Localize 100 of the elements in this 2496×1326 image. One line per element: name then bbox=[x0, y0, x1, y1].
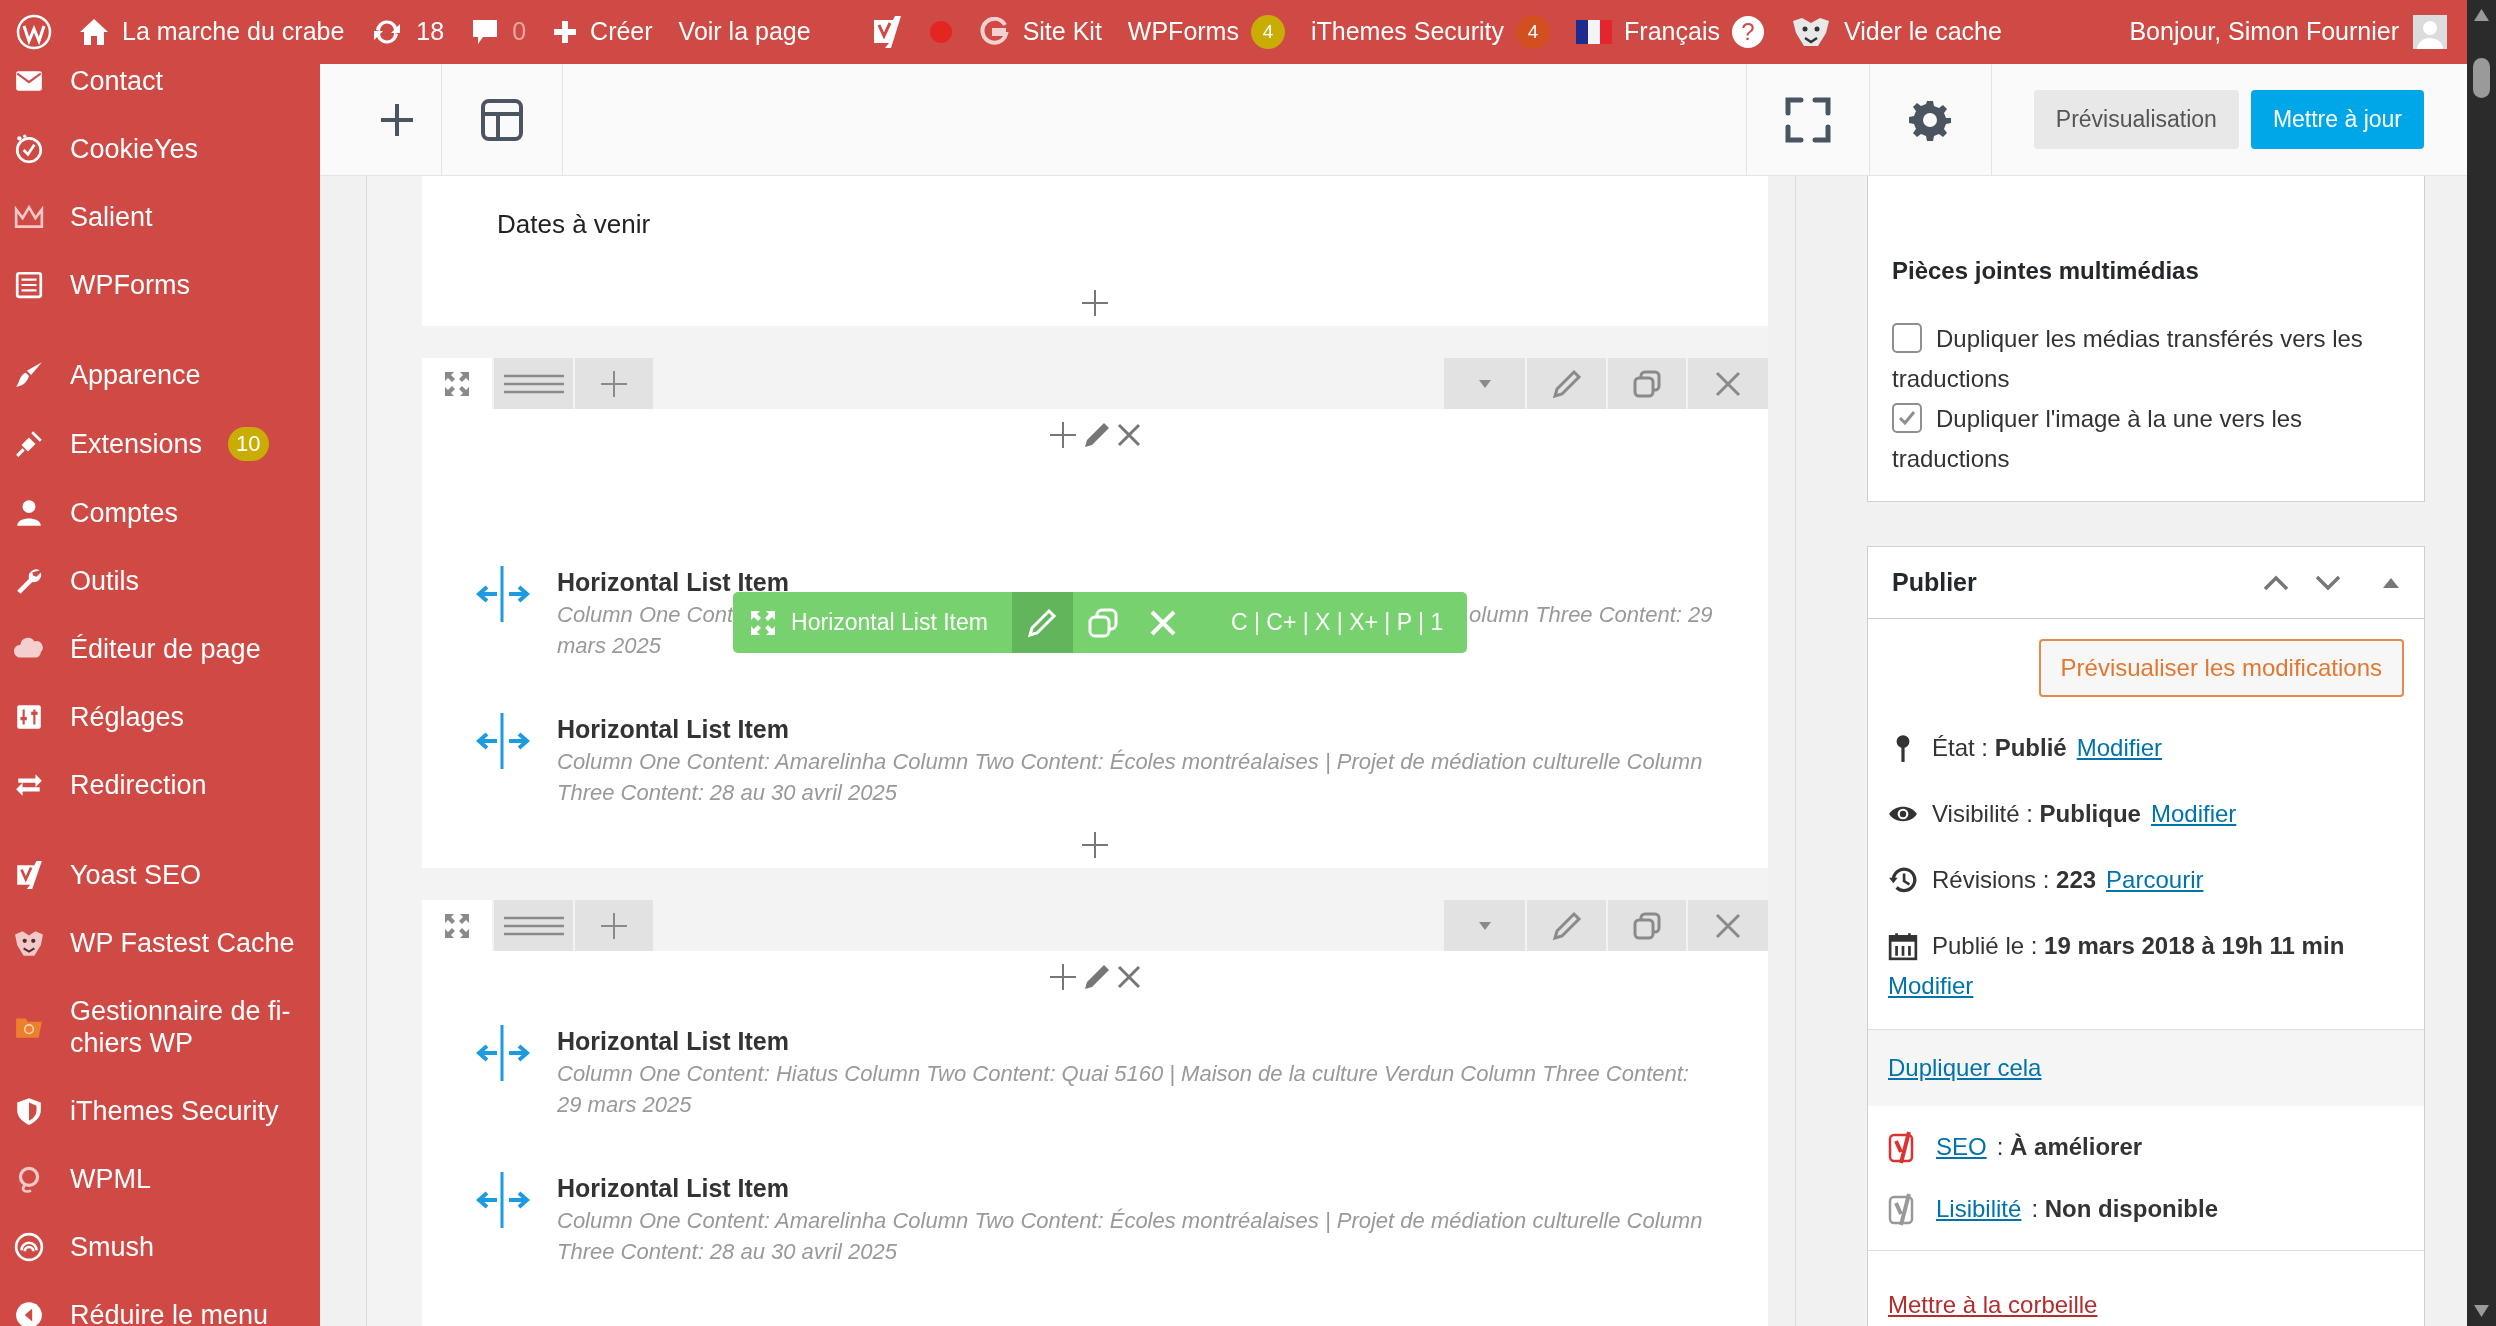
delete-row-button[interactable] bbox=[1688, 900, 1768, 951]
updates-link[interactable]: 18 bbox=[370, 13, 445, 51]
duplicate-row-button[interactable] bbox=[1608, 900, 1686, 951]
pencil-icon[interactable] bbox=[1082, 962, 1112, 992]
language-switcher[interactable]: Français ? bbox=[1576, 13, 1764, 51]
plus-icon[interactable] bbox=[1048, 420, 1078, 450]
drag-handle[interactable] bbox=[494, 358, 573, 409]
edit-link[interactable]: Modifier bbox=[1888, 966, 1974, 1006]
add-column-button[interactable] bbox=[575, 358, 653, 409]
checkbox-option[interactable]: Dupliquer l'image à la une vers les traductions bbox=[1892, 399, 2400, 479]
status-dot-icon[interactable] bbox=[928, 20, 953, 44]
chevron-down-icon[interactable] bbox=[2314, 573, 2342, 592]
caret-down-icon bbox=[1476, 920, 1493, 931]
checkbox[interactable] bbox=[1892, 323, 1922, 353]
close-icon[interactable] bbox=[1116, 964, 1142, 990]
wordpress-logo-icon[interactable] bbox=[16, 14, 52, 50]
add-row-icon[interactable] bbox=[1080, 288, 1110, 318]
trash-link[interactable]: Mettre à la corbeille bbox=[1888, 1287, 2098, 1323]
account-menu[interactable]: Bonjour, Simon Fournier bbox=[2129, 13, 2447, 51]
expand-arrows-icon bbox=[443, 369, 471, 398]
scroll-thumb[interactable] bbox=[2473, 58, 2490, 98]
view-page-link[interactable]: Voir la page bbox=[678, 13, 811, 51]
scrollbar[interactable] bbox=[2467, 0, 2496, 1326]
close-icon bbox=[1714, 911, 1742, 940]
site-kit-link[interactable]: Site Kit bbox=[978, 13, 1102, 51]
triangle-up-icon[interactable] bbox=[2382, 576, 2400, 589]
shield-icon bbox=[14, 1096, 44, 1126]
edit-row-button[interactable] bbox=[1527, 900, 1606, 951]
sidebar-menu-item[interactable]: Réduire le menu bbox=[0, 1281, 320, 1326]
score-text: : À améliorer bbox=[1996, 1132, 2143, 1162]
sidebar-menu-item[interactable]: WPML bbox=[0, 1145, 320, 1213]
sidebar-menu-item[interactable]: Yoast SEO bbox=[0, 841, 320, 909]
calendar-icon bbox=[1888, 931, 1918, 961]
add-column-button[interactable] bbox=[575, 900, 653, 951]
duplicate-row-button[interactable] bbox=[1608, 358, 1686, 409]
close-icon bbox=[1714, 369, 1742, 398]
sidebar-menu-item[interactable]: Salient bbox=[0, 183, 320, 251]
form-icon bbox=[14, 270, 44, 300]
dates-heading: Dates à venir bbox=[497, 208, 651, 241]
score-link[interactable]: SEO bbox=[1936, 1129, 1987, 1165]
sidebar-menu-item[interactable]: Extensions 10 bbox=[0, 409, 320, 479]
drag-handle[interactable] bbox=[494, 900, 573, 951]
score-link[interactable]: Lisibilité bbox=[1936, 1191, 2022, 1227]
sidebar-menu-item[interactable]: Réglages bbox=[0, 683, 320, 751]
meta-text: Publié le : 19 mars 2018 à 19h 11 min bbox=[1932, 931, 2345, 961]
handle-lines-icon bbox=[503, 915, 564, 936]
item-description: olumn Three Content: 29 bbox=[1469, 601, 1713, 629]
chevron-up-icon[interactable] bbox=[2262, 573, 2290, 592]
sidebar-menu-item[interactable]: Redirection bbox=[0, 751, 320, 819]
sidebar-menu-item[interactable]: Outils bbox=[0, 547, 320, 615]
expand-button[interactable] bbox=[422, 358, 492, 409]
checkbox[interactable] bbox=[1892, 403, 1922, 433]
sidebar-menu-item[interactable]: WP Fastest Cache bbox=[0, 909, 320, 977]
sidebar-menu-item[interactable]: Éditeur de page bbox=[0, 615, 320, 683]
pencil-icon bbox=[1551, 368, 1582, 399]
plug-icon bbox=[14, 429, 44, 459]
edit-link[interactable]: Modifier bbox=[2150, 794, 2237, 834]
sidebar-menu-item[interactable]: Comptes bbox=[0, 479, 320, 547]
plugin-menu[interactable]: WPForms 4 bbox=[1127, 13, 1285, 51]
preview-button[interactable]: Prévisualisation bbox=[2033, 90, 2239, 149]
close-icon[interactable] bbox=[1116, 422, 1142, 448]
preview-changes-button[interactable]: Prévisualiser les modifications bbox=[2038, 639, 2404, 697]
person-icon bbox=[14, 498, 44, 528]
delete-row-button[interactable] bbox=[1688, 358, 1768, 409]
duplicate-link[interactable]: Dupliquer cela bbox=[1888, 1050, 2042, 1086]
sidebar-menu-item[interactable]: WPForms bbox=[0, 251, 320, 319]
expand-button[interactable] bbox=[422, 900, 492, 951]
caret-down-icon bbox=[1476, 378, 1493, 389]
item-description: Column One Cont bbox=[557, 601, 734, 629]
pencil-icon[interactable] bbox=[1082, 420, 1112, 450]
copy-icon bbox=[1086, 606, 1119, 639]
clear-cache-link[interactable]: Vider le cache bbox=[1789, 13, 2002, 51]
sidebar-menu-item[interactable]: Apparence bbox=[0, 341, 320, 409]
pencil-icon bbox=[1551, 910, 1582, 941]
sidebar-menu-item[interactable]: CookieYes bbox=[0, 115, 320, 183]
plus-icon bbox=[552, 19, 579, 45]
layout-button[interactable] bbox=[441, 64, 563, 175]
edit-link[interactable]: Parcourir bbox=[2106, 860, 2204, 900]
g-logo-icon bbox=[978, 17, 1009, 47]
edit-element-button[interactable] bbox=[1011, 592, 1073, 653]
update-button[interactable]: Mettre à jour bbox=[2250, 90, 2424, 149]
site-name-link[interactable]: La marche du crabe bbox=[78, 13, 345, 51]
item-title: Horizontal List Item bbox=[557, 714, 790, 745]
checkbox-option[interactable]: Dupliquer les médias transférés vers les traductions bbox=[1892, 319, 2400, 399]
sidebar-menu-item[interactable]: Gestionnaire de fi-chiers WP bbox=[0, 977, 320, 1077]
settings-icon bbox=[1909, 98, 1952, 141]
copy-icon bbox=[1632, 910, 1662, 941]
scroll-down-arrow-icon[interactable] bbox=[2473, 1304, 2490, 1318]
edit-link[interactable]: Modifier bbox=[2076, 728, 2163, 768]
plus-icon[interactable] bbox=[1048, 962, 1078, 992]
sidebar-menu-item[interactable]: iThemes Security bbox=[0, 1077, 320, 1145]
edit-row-button[interactable] bbox=[1527, 358, 1606, 409]
create-menu[interactable]: Créer bbox=[552, 13, 653, 51]
fullscreen-icon bbox=[1784, 96, 1831, 143]
plugin-menu[interactable]: iThemes Security 4 bbox=[1310, 13, 1551, 51]
sidebar-menu-item[interactable]: Contact bbox=[0, 64, 320, 115]
add-row-icon[interactable] bbox=[1080, 830, 1110, 860]
scroll-up-arrow-icon[interactable] bbox=[2473, 8, 2490, 22]
signal-rings-icon bbox=[14, 1232, 44, 1262]
sidebar-menu-item[interactable]: Smush bbox=[0, 1213, 320, 1281]
